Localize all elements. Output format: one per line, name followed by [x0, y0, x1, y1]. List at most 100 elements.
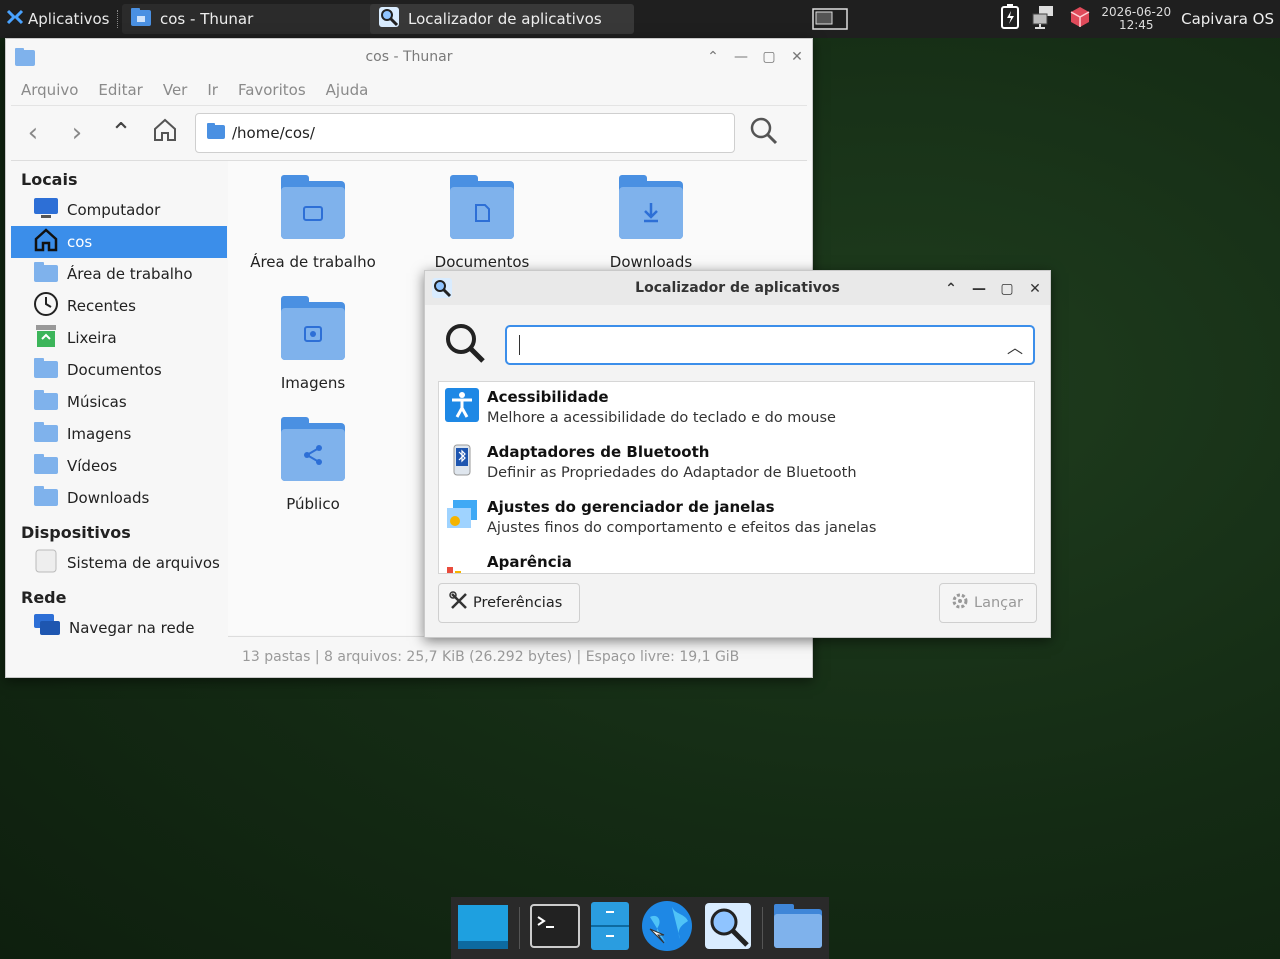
folder-label: Imagens: [280, 374, 346, 392]
window-title: cos - Thunar: [365, 49, 453, 65]
folder-label: Público: [286, 495, 340, 513]
xfce-logo-icon: [6, 8, 24, 30]
search-icon[interactable]: [749, 116, 779, 150]
folder-icon: [33, 357, 59, 383]
close-button[interactable]: ✕: [1028, 281, 1042, 297]
show-desktop-icon[interactable]: [457, 901, 509, 955]
workspace-switcher-icon[interactable]: [812, 8, 848, 34]
sidebar-item-sistema-de-arquivos[interactable]: Sistema de arquivos: [11, 547, 227, 579]
sidebar-item-downloads[interactable]: Downloads: [11, 482, 227, 514]
list-item[interactable]: Ajustes do gerenciador de janelas Ajuste…: [439, 492, 1034, 547]
public-folder-icon: [280, 415, 346, 487]
web-browser-icon[interactable]: [640, 899, 694, 957]
downloads-folder-icon: [618, 173, 684, 245]
task-label: cos - Thunar: [160, 10, 254, 28]
sidebar-item-imagens[interactable]: Imagens: [11, 418, 227, 450]
folder-publico[interactable]: Público: [233, 415, 393, 513]
drive-icon: [33, 548, 59, 578]
sidebar: Locais Computador cos Área de trabalho R…: [11, 161, 227, 669]
applications-menu[interactable]: Aplicativos: [0, 0, 130, 38]
minimize-button[interactable]: —: [972, 281, 986, 297]
list-item[interactable]: Adaptadores de Bluetooth Definir as Prop…: [439, 437, 1034, 492]
shade-button[interactable]: ⌃: [944, 281, 958, 297]
app-finder-titlebar[interactable]: Localizador de aplicativos ⌃ — ▢ ✕: [425, 271, 1050, 305]
list-item[interactable]: Acessibilidade Melhore a acessibilidade …: [439, 382, 1034, 437]
app-finder-icon[interactable]: [704, 902, 752, 954]
sidebar-item-lixeira[interactable]: Lixeira: [11, 322, 227, 354]
thunar-titlebar[interactable]: cos - Thunar ⌃ — ▢ ✕: [6, 39, 812, 75]
preferences-button[interactable]: Preferências: [438, 583, 580, 623]
menu-editar[interactable]: Editar: [98, 81, 142, 99]
top-panel: Aplicativos cos - Thunar Localizador de …: [0, 0, 1280, 38]
network-computer-icon: [33, 613, 61, 643]
terminal-icon[interactable]: [530, 903, 580, 953]
folder-imagens[interactable]: Imagens: [233, 294, 393, 392]
up-icon[interactable]: ⌃: [99, 118, 143, 148]
status-bar: 13 pastas | 8 arquivos: 25,7 KiB (26.292…: [228, 636, 811, 676]
menu-ajuda[interactable]: Ajuda: [326, 81, 369, 99]
result-name: Ajustes do gerenciador de janelas: [487, 498, 775, 516]
accessibility-icon: [445, 388, 479, 426]
app-finder-window: Localizador de aplicativos ⌃ — ▢ ✕ ︿ Ace…: [424, 270, 1051, 638]
sidebar-item-label: Imagens: [67, 425, 132, 443]
maximize-button[interactable]: ▢: [762, 49, 776, 65]
shade-button[interactable]: ⌃: [706, 49, 720, 65]
dock: [451, 897, 829, 959]
folder-icon[interactable]: [773, 903, 823, 953]
menu-favoritos[interactable]: Favoritos: [238, 81, 306, 99]
list-item[interactable]: Aparência: [439, 547, 1034, 573]
forward-icon[interactable]: ›: [55, 118, 99, 148]
sidebar-item-label: Recentes: [67, 297, 136, 315]
chevron-up-icon[interactable]: ︿: [1007, 334, 1023, 358]
toolbar: ‹ › ⌃ /home/cos/: [11, 105, 807, 161]
minimize-button[interactable]: —: [734, 49, 748, 65]
menu-arquivo[interactable]: Arquivo: [21, 81, 78, 99]
location-bar[interactable]: /home/cos/: [195, 113, 735, 153]
home-icon: [33, 227, 59, 257]
clock[interactable]: 2026-06-20 12:45: [1101, 6, 1171, 32]
bluetooth-icon: [445, 443, 479, 485]
sidebar-header-dispositivos: Dispositivos: [21, 523, 131, 542]
sidebar-item-label: Downloads: [67, 489, 150, 507]
folder-documentos[interactable]: Documentos: [402, 173, 562, 271]
panel-separator: [117, 10, 120, 28]
menu-ver[interactable]: Ver: [163, 81, 188, 99]
sidebar-item-documentos[interactable]: Documentos: [11, 354, 227, 386]
sidebar-item-area-de-trabalho[interactable]: Área de trabalho: [11, 258, 227, 290]
location-path: /home/cos/: [232, 124, 315, 142]
battery-icon[interactable]: [999, 4, 1021, 34]
maximize-button[interactable]: ▢: [1000, 281, 1014, 297]
sidebar-item-label: Documentos: [67, 361, 162, 379]
folder-label: Documentos: [434, 253, 530, 271]
network-icon[interactable]: [1031, 5, 1059, 33]
search-icon: [443, 321, 487, 369]
home-folder-icon: [206, 122, 226, 144]
sidebar-item-musicas[interactable]: Músicas: [11, 386, 227, 418]
results-list: Acessibilidade Melhore a acessibilidade …: [438, 381, 1035, 574]
task-app-finder[interactable]: Localizador de aplicativos: [370, 4, 634, 34]
package-icon[interactable]: [1069, 6, 1091, 32]
result-name: Adaptadores de Bluetooth: [487, 443, 710, 461]
documents-folder-icon: [449, 173, 515, 245]
sidebar-item-navegar-na-rede[interactable]: Navegar na rede: [11, 612, 227, 644]
home-icon[interactable]: [143, 117, 187, 150]
folder-downloads[interactable]: Downloads: [571, 173, 731, 271]
magnifier-icon: [378, 6, 400, 32]
back-icon[interactable]: ‹: [11, 118, 55, 148]
close-button[interactable]: ✕: [790, 49, 804, 65]
task-thunar[interactable]: cos - Thunar: [122, 4, 378, 34]
launch-button[interactable]: Lançar: [939, 583, 1037, 623]
sidebar-item-videos[interactable]: Vídeos: [11, 450, 227, 482]
sidebar-item-recentes[interactable]: Recentes: [11, 290, 227, 322]
folder-area-de-trabalho[interactable]: Área de trabalho: [233, 173, 393, 271]
result-desc: Ajustes finos do comportamento e efeitos…: [487, 520, 877, 536]
sidebar-item-computador[interactable]: Computador: [11, 194, 227, 226]
sidebar-item-cos[interactable]: cos: [11, 226, 227, 258]
menu-ir[interactable]: Ir: [207, 81, 218, 99]
result-name: Aparência: [487, 553, 572, 571]
gear-icon: [950, 591, 970, 615]
user-menu[interactable]: Capivara OS: [1181, 10, 1274, 28]
search-input[interactable]: ︿: [505, 325, 1035, 365]
file-manager-icon[interactable]: [590, 901, 630, 955]
desktop-folder-icon: [280, 173, 346, 245]
